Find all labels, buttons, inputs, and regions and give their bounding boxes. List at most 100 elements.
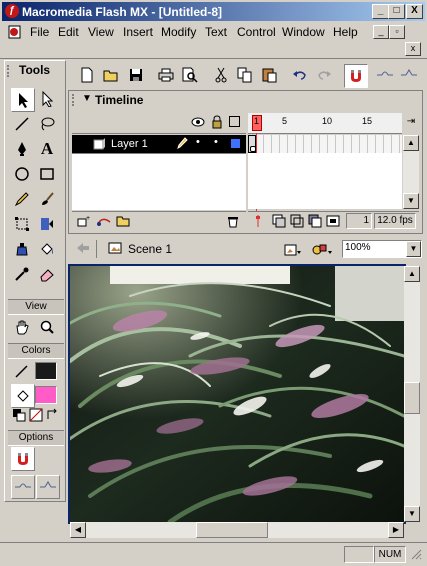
layer-row[interactable]: Layer 1 • • <box>72 135 246 153</box>
open-icon[interactable] <box>100 64 122 86</box>
mdi-close-button[interactable]: x <box>405 42 421 56</box>
pen-tool-icon[interactable] <box>11 138 33 160</box>
resize-grip-icon[interactable] <box>410 548 422 563</box>
text-tool-icon[interactable]: A <box>36 138 58 160</box>
scroll-down-arrow[interactable]: ▼ <box>403 193 419 209</box>
snap-toolbar-icon[interactable] <box>344 64 368 88</box>
snap-to-objects-icon[interactable] <box>11 447 35 471</box>
stroke-color-swatch[interactable] <box>35 362 57 380</box>
scroll-left-arrow[interactable]: ◀ <box>70 522 86 538</box>
edit-symbols-icon[interactable] <box>312 241 334 260</box>
scroll-up-arrow[interactable]: ▲ <box>403 135 419 151</box>
eye-icon[interactable] <box>191 116 205 131</box>
onion-outline-icon[interactable] <box>290 214 304 231</box>
scroll-up-arrow[interactable]: ▲ <box>404 266 420 282</box>
scroll-down-arrow[interactable]: ▼ <box>404 506 420 522</box>
straighten-toolbar-icon[interactable] <box>398 64 420 86</box>
menu-insert[interactable]: Insert <box>123 25 153 39</box>
vscroll-thumb[interactable] <box>404 382 420 414</box>
smooth-toolbar-icon[interactable] <box>374 64 396 86</box>
paint-bucket-tool-icon[interactable] <box>36 238 58 260</box>
hscroll-thumb[interactable] <box>196 522 268 538</box>
straighten-icon[interactable] <box>36 475 60 499</box>
menu-window[interactable]: Window <box>282 25 325 39</box>
flash-icon[interactable]: ƒ <box>5 4 19 18</box>
fill-color-swatch[interactable] <box>35 386 57 404</box>
delete-layer-icon[interactable] <box>226 214 240 231</box>
mdi-restore-button[interactable]: ▫ <box>389 25 405 39</box>
eraser-tool-icon[interactable] <box>36 263 58 285</box>
back-arrow-icon[interactable] <box>76 241 90 258</box>
menu-text[interactable]: Text <box>205 25 227 39</box>
subselect-tool-icon[interactable] <box>36 88 58 110</box>
modify-markers-icon[interactable] <box>326 214 340 231</box>
scene-name[interactable]: Scene 1 <box>128 242 172 256</box>
print-preview-icon[interactable] <box>179 64 201 86</box>
mdi-minimize-button[interactable]: _ <box>373 25 389 39</box>
default-colors-icon[interactable] <box>11 408 27 424</box>
menu-view[interactable]: View <box>88 25 114 39</box>
menu-help[interactable]: Help <box>333 25 358 39</box>
line-tool-icon[interactable] <box>11 113 33 135</box>
rectangle-tool-icon[interactable] <box>36 163 58 185</box>
print-icon[interactable] <box>155 64 177 86</box>
visible-dot[interactable]: • <box>196 136 200 148</box>
lock-icon[interactable] <box>211 115 223 132</box>
ink-bottle-tool-icon[interactable] <box>11 238 33 260</box>
add-folder-icon[interactable] <box>116 214 132 231</box>
scroll-right-arrow[interactable]: ▶ <box>388 522 404 538</box>
collapse-arrow-icon[interactable]: ▼ <box>82 93 92 104</box>
menu-modify[interactable]: Modify <box>161 25 196 39</box>
hand-tool-icon[interactable] <box>11 316 33 338</box>
save-icon[interactable] <box>125 64 147 86</box>
minimize-button[interactable]: _ <box>372 4 389 19</box>
paste-icon[interactable] <box>259 64 281 86</box>
edit-scene-icon[interactable] <box>284 241 302 260</box>
no-color-icon[interactable] <box>28 408 44 424</box>
frame-ruler[interactable]: 1 5 10 15 <box>248 113 402 134</box>
stage-hscroll[interactable]: ◀ ▶ <box>70 522 404 538</box>
grip-handle[interactable] <box>7 65 15 77</box>
zoom-select[interactable]: 100% ▼ <box>342 240 422 258</box>
maximize-button[interactable]: □ <box>388 4 405 19</box>
title-bar[interactable]: ƒ Macromedia Flash MX - [Untitled-8] _ □… <box>2 2 425 21</box>
add-layer-icon[interactable]: + <box>76 214 92 231</box>
center-frame-icon[interactable] <box>252 214 264 231</box>
copy-icon[interactable] <box>234 64 256 86</box>
smooth-icon[interactable] <box>11 475 35 499</box>
undo-icon[interactable] <box>289 64 311 86</box>
onion-skin-icon[interactable] <box>272 214 286 231</box>
cut-icon[interactable] <box>210 64 232 86</box>
pencil-tool-icon[interactable] <box>11 188 33 210</box>
frame-rate-field[interactable]: 12.0 fps <box>374 213 416 229</box>
free-transform-tool-icon[interactable] <box>11 213 33 235</box>
stage-vscroll[interactable]: ▲ ▼ <box>404 266 420 522</box>
add-guide-layer-icon[interactable] <box>96 214 112 231</box>
grip-handle[interactable] <box>72 94 78 106</box>
outline-color-box[interactable] <box>231 139 240 148</box>
close-button[interactable]: X <box>406 4 423 19</box>
oval-tool-icon[interactable] <box>11 163 33 185</box>
edit-multiple-frames-icon[interactable] <box>308 214 322 231</box>
new-file-icon[interactable] <box>76 64 98 86</box>
menu-edit[interactable]: Edit <box>58 25 79 39</box>
timeline-header[interactable]: ▼ Timeline <box>70 92 419 108</box>
fill-transform-tool-icon[interactable] <box>36 213 58 235</box>
arrow-tool-icon[interactable] <box>11 88 35 112</box>
keyframe[interactable] <box>248 135 256 153</box>
timeline-options-icon[interactable]: ⇥ <box>403 113 419 133</box>
zoom-tool-icon[interactable] <box>36 316 58 338</box>
lasso-tool-icon[interactable] <box>36 113 58 135</box>
lock-dot[interactable]: • <box>214 136 218 148</box>
outline-icon[interactable] <box>229 116 240 127</box>
zoom-dropdown-arrow[interactable]: ▼ <box>406 241 421 257</box>
menu-file[interactable]: File <box>30 25 49 39</box>
swap-colors-icon[interactable] <box>44 408 60 424</box>
brush-tool-icon[interactable] <box>36 188 58 210</box>
frame-row[interactable] <box>248 135 402 153</box>
timeline-vscroll[interactable]: ▲ ▼ <box>403 135 419 209</box>
eyedropper-tool-icon[interactable] <box>11 263 33 285</box>
document-icon[interactable] <box>8 25 22 39</box>
stage-canvas[interactable] <box>70 266 404 522</box>
redo-icon[interactable] <box>313 64 335 86</box>
